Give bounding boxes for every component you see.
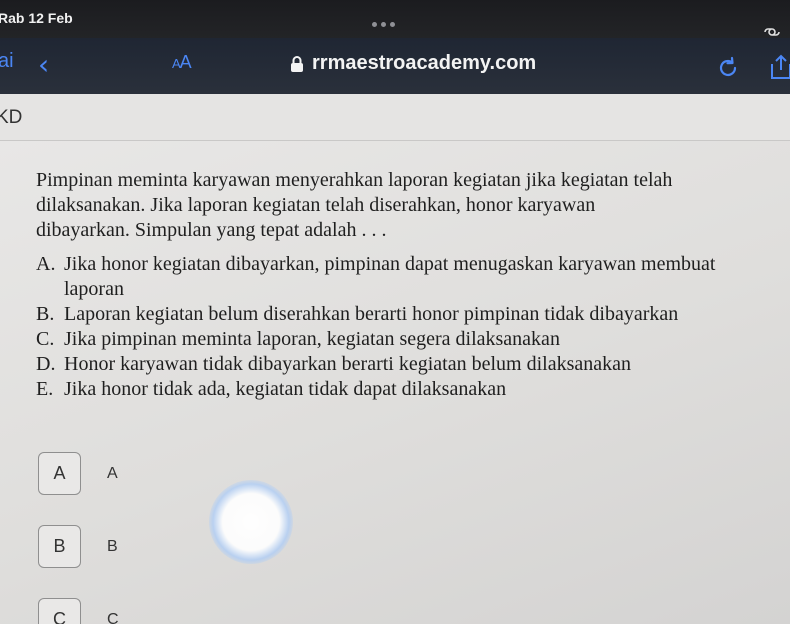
- answer-button-c[interactable]: C: [38, 598, 81, 624]
- section-header-label: KD: [0, 107, 23, 128]
- answer-label-b: B: [107, 537, 118, 555]
- option-letter: B.: [36, 303, 55, 325]
- option-a: A. Jika honor kegiatan dibayarkan, pimpi…: [36, 252, 770, 302]
- question-line: Pimpinan meminta karyawan menyerahkan la…: [36, 169, 673, 191]
- option-text: Jika pimpinan meminta laporan, kegiatan …: [64, 328, 560, 350]
- option-text: Jika honor tidak ada, kegiatan tidak dap…: [64, 378, 507, 400]
- option-e: E. Jika honor tidak ada, kegiatan tidak …: [36, 377, 770, 402]
- question-line: dibayarkan. Simpulan yang tepat adalah .…: [36, 219, 387, 241]
- option-letter: D.: [36, 353, 56, 375]
- screen: Rab 12 Feb ai ‹ AA rrmaestroacademy.com: [0, 0, 790, 624]
- light-glare: [209, 480, 293, 564]
- option-letter: E.: [36, 378, 54, 400]
- option-text: Laporan kegiatan belum diserahkan berart…: [64, 303, 679, 325]
- answer-choice-c[interactable]: C C: [38, 598, 119, 624]
- question-text: Pimpinan meminta karyawan menyerahkan la…: [36, 168, 768, 243]
- option-letter: C.: [36, 328, 55, 350]
- page-content: KD Pimpinan meminta karyawan menyerahkan…: [0, 94, 790, 624]
- text-size-small-glyph: A: [172, 56, 181, 71]
- option-b: B. Laporan kegiatan belum diserahkan ber…: [36, 302, 770, 327]
- answer-button-a[interactable]: A: [38, 452, 81, 495]
- answer-button-b[interactable]: B: [38, 525, 81, 568]
- url-text: rrmaestroacademy.com: [312, 52, 537, 74]
- tab-label[interactable]: ai: [0, 50, 14, 73]
- section-header: KD: [0, 94, 790, 141]
- text-size-button[interactable]: AA: [172, 52, 192, 73]
- answer-label-a: A: [107, 464, 118, 482]
- option-text: Jika honor kegiatan dibayarkan, pimpinan…: [64, 253, 716, 300]
- status-time: Rab 12 Feb: [0, 10, 73, 26]
- text-size-large-glyph: A: [179, 52, 192, 72]
- lock-icon: [291, 55, 303, 72]
- status-bar: Rab 12 Feb: [0, 0, 790, 38]
- link-icon[interactable]: [762, 26, 782, 38]
- browser-toolbar: ai ‹ AA rrmaestroacademy.com: [0, 38, 790, 94]
- option-text: Honor karyawan tidak dibayarkan berarti …: [64, 353, 632, 375]
- answer-choice-a[interactable]: A A: [38, 452, 118, 495]
- answer-choice-b[interactable]: B B: [38, 525, 118, 568]
- back-button[interactable]: ‹: [38, 48, 49, 81]
- multitasking-dots-icon[interactable]: [372, 22, 395, 27]
- share-icon[interactable]: [770, 54, 790, 80]
- option-list: A. Jika honor kegiatan dibayarkan, pimpi…: [36, 252, 770, 402]
- option-d: D. Honor karyawan tidak dibayarkan berar…: [36, 352, 770, 377]
- address-bar[interactable]: rrmaestroacademy.com: [290, 52, 536, 75]
- question-line: dilaksanakan. Jika laporan kegiatan tela…: [36, 194, 596, 216]
- option-c: C. Jika pimpinan meminta laporan, kegiat…: [36, 327, 770, 352]
- option-letter: A.: [36, 253, 56, 275]
- reload-icon[interactable]: [716, 56, 740, 80]
- answer-label-c: C: [107, 610, 119, 624]
